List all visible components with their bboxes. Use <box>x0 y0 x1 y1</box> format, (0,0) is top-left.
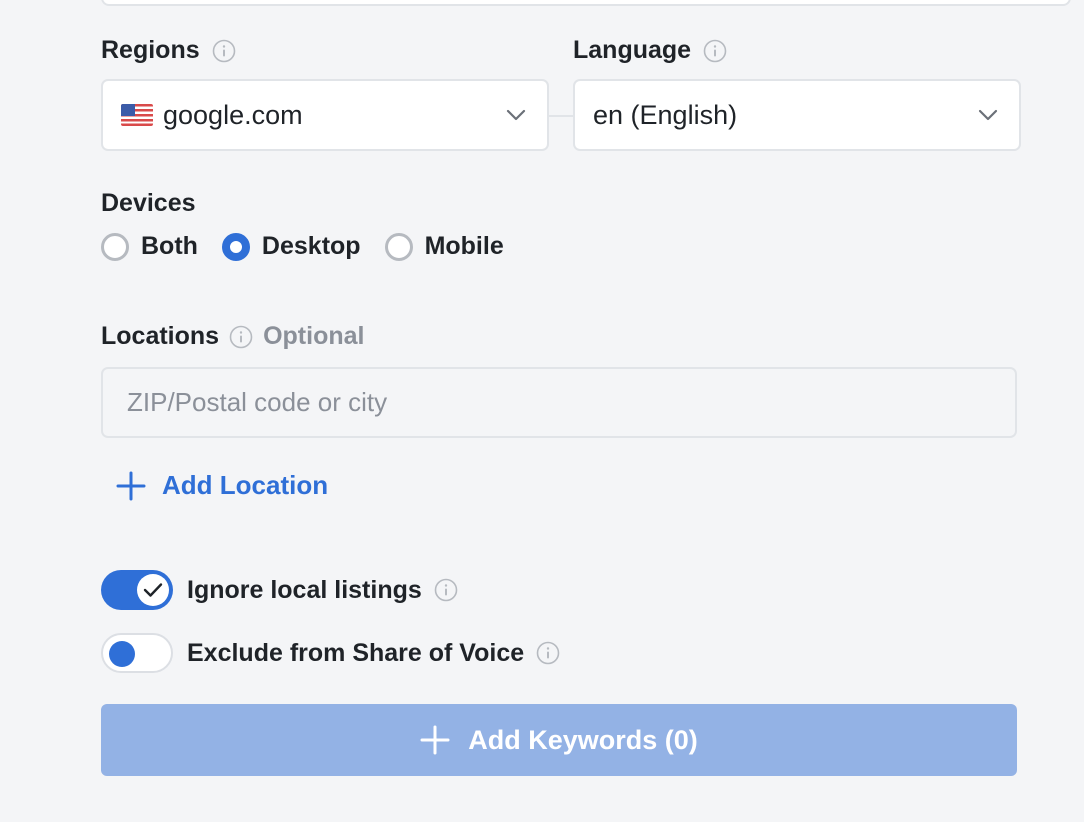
us-flag-icon <box>121 104 153 126</box>
chevron-down-icon <box>978 109 998 121</box>
exclude-sov-toggle[interactable] <box>101 633 173 673</box>
previous-field-bottom-edge <box>101 0 1071 6</box>
devices-radio-group: Both Desktop Mobile <box>101 232 528 261</box>
ignore-local-label: Ignore local listings <box>187 575 422 604</box>
language-select[interactable]: en (English) <box>573 79 1021 151</box>
toggle-knob <box>137 574 169 606</box>
devices-label: Devices <box>101 189 196 217</box>
add-keywords-button[interactable]: Add Keywords (0) <box>101 704 1017 776</box>
locations-label: Locations Optional <box>101 322 365 350</box>
toggle-knob <box>109 641 135 667</box>
radio-circle-selected[interactable] <box>221 232 250 261</box>
add-keywords-label: Add Keywords (0) <box>468 724 698 755</box>
exclude-sov-row: Exclude from Share of Voice <box>101 633 560 673</box>
plus-icon <box>116 471 146 500</box>
info-icon[interactable] <box>212 39 236 63</box>
field-connector <box>548 115 574 117</box>
ignore-local-row: Ignore local listings <box>101 570 458 610</box>
info-icon[interactable] <box>703 39 727 63</box>
radio-desktop[interactable]: Desktop <box>221 232 361 261</box>
add-location-label: Add Location <box>162 470 329 500</box>
optional-label: Optional <box>263 322 365 350</box>
chevron-down-icon <box>506 109 526 121</box>
info-icon[interactable] <box>434 578 458 602</box>
checkmark-icon <box>143 583 163 597</box>
location-input[interactable] <box>101 367 1017 438</box>
plus-icon <box>420 725 450 755</box>
radio-both[interactable]: Both <box>101 232 198 261</box>
info-icon[interactable] <box>229 325 253 349</box>
radio-circle[interactable] <box>101 232 129 261</box>
radio-label: Mobile <box>424 232 504 260</box>
regions-label: Regions <box>101 36 236 65</box>
regions-value: google.com <box>163 99 303 130</box>
exclude-sov-label: Exclude from Share of Voice <box>187 638 525 667</box>
radio-mobile[interactable]: Mobile <box>384 232 504 261</box>
radio-circle[interactable] <box>384 232 413 261</box>
radio-label: Desktop <box>261 232 361 260</box>
language-label: Language <box>573 36 727 65</box>
ignore-local-toggle[interactable] <box>101 570 173 610</box>
info-icon[interactable] <box>536 641 560 665</box>
regions-select[interactable]: google.com <box>101 79 549 151</box>
add-location-button[interactable]: Add Location <box>116 470 328 501</box>
language-value: en (English) <box>593 99 738 130</box>
radio-label: Both <box>141 232 198 260</box>
